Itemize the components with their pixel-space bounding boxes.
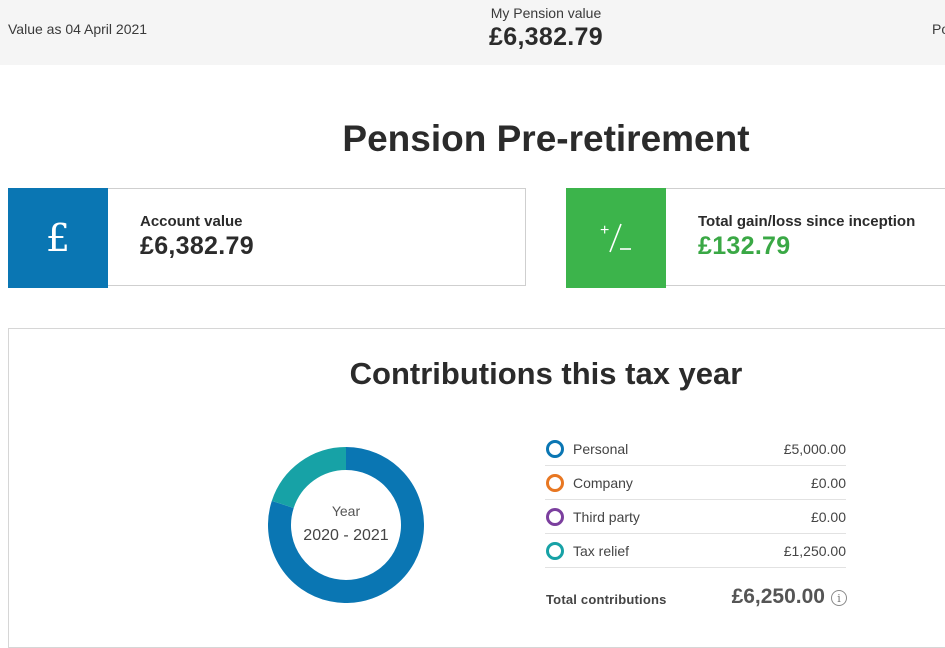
- legend-item-third-party: Third party £0.00: [545, 500, 846, 534]
- svg-text:+: +: [600, 222, 609, 239]
- account-value: £6,382.79: [140, 232, 254, 260]
- total-contributions-label: Total contributions: [546, 592, 667, 607]
- donut-segment-tax-relief: [271, 447, 347, 509]
- legend-amount: £0.00: [810, 508, 846, 525]
- company-dot-icon: [546, 473, 564, 492]
- account-value-label: Account value: [140, 213, 243, 230]
- legend-amount: £5,000.00: [783, 440, 846, 457]
- contributions-legend: Personal £5,000.00 Company £0.00 Third p…: [545, 432, 846, 568]
- legend-item-company: Company £0.00: [545, 466, 846, 500]
- header-bar: Value as 04 April 2021 My Pension value …: [0, 0, 945, 65]
- total-contributions-row: Total contributions £6,250.00 i: [546, 585, 849, 613]
- pound-icon: £: [8, 188, 108, 288]
- tax-relief-dot-icon: [546, 541, 564, 560]
- value-as-of-date: Value as 04 April 2021: [8, 21, 148, 37]
- pension-value-summary: My Pension value £6,382.79: [400, 5, 692, 52]
- donut-center-label: Year 2020 - 2021: [268, 503, 424, 545]
- legend-label: Personal: [573, 440, 629, 457]
- gain-loss-label: Total gain/loss since inception: [698, 213, 916, 230]
- legend-amount: £1,250.00: [783, 542, 846, 559]
- header-right-link[interactable]: Po: [932, 21, 945, 37]
- pension-value: £6,382.79: [489, 23, 603, 51]
- third-party-dot-icon: [546, 507, 564, 526]
- legend-amount: £0.00: [810, 474, 846, 491]
- account-value-card: £ Account value £6,382.79: [8, 188, 526, 288]
- pension-value-label: My Pension value: [490, 5, 602, 21]
- total-contributions-value: £6,250.00: [731, 585, 825, 608]
- plus-minus-icon: +: [566, 188, 666, 288]
- legend-label: Tax relief: [573, 542, 630, 559]
- page-title: Pension Pre-retirement: [342, 118, 750, 159]
- info-icon[interactable]: i: [831, 590, 847, 606]
- legend-label: Company: [573, 474, 633, 491]
- donut-year-label: Year: [331, 503, 361, 519]
- gain-loss-value: £132.79: [698, 232, 791, 260]
- contributions-title: Contributions this tax year: [349, 356, 743, 391]
- legend-item-tax-relief: Tax relief £1,250.00: [545, 534, 846, 568]
- donut-year-value: 2020 - 2021: [303, 527, 389, 544]
- personal-dot-icon: [546, 439, 564, 458]
- legend-item-personal: Personal £5,000.00: [545, 432, 846, 466]
- gain-loss-card: + Total gain/loss since inception £132.7…: [566, 188, 945, 288]
- legend-label: Third party: [573, 508, 640, 525]
